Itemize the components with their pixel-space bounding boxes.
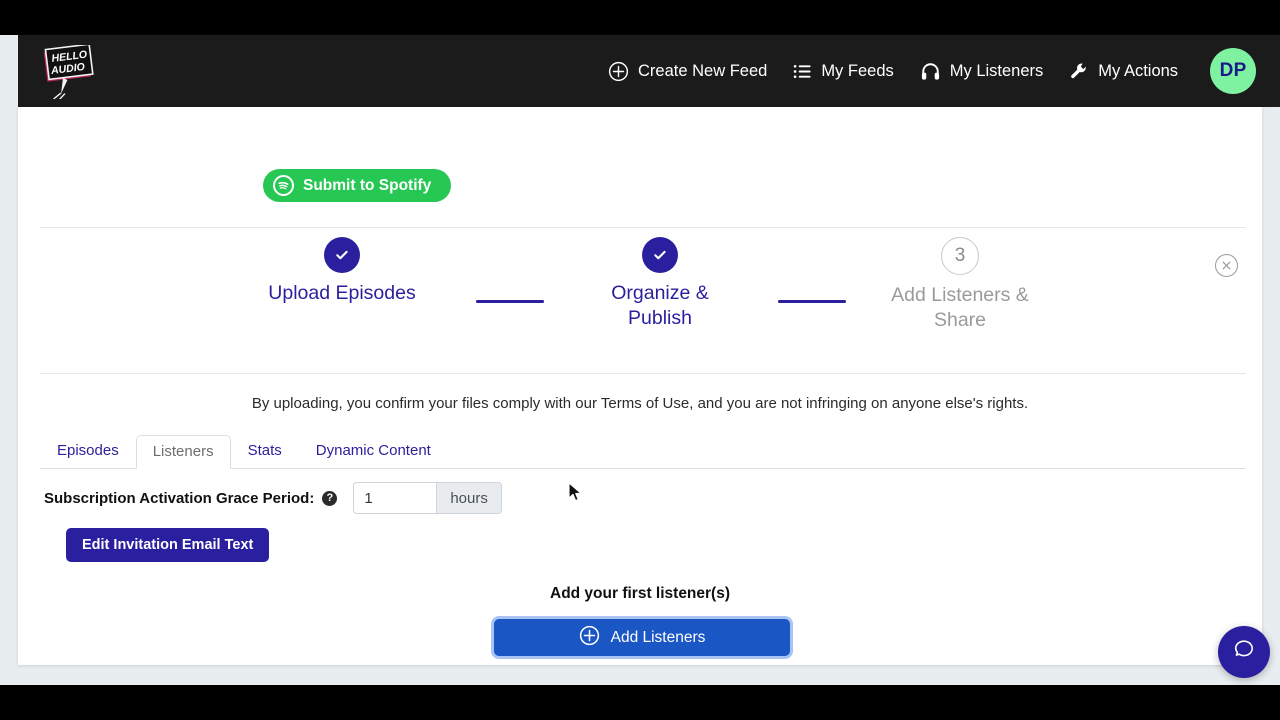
support-chat-button[interactable] [1218,626,1270,678]
edit-invitation-email-label: Edit Invitation Email Text [82,537,254,553]
step-3-number-label: 3 [954,245,966,266]
step-2-label: Organize & Publish [611,282,709,329]
step-upload-episodes[interactable]: Upload Episodes [232,237,452,306]
tab-episodes[interactable]: Episodes [40,434,136,468]
add-listeners-button[interactable]: Add Listeners [494,619,790,656]
divider-top [40,227,1246,228]
grace-period-unit: hours [436,482,502,514]
step-3-number: 3 [941,237,979,275]
progress-stepper: Upload Episodes Organize & Publish 3 Add… [18,237,1262,347]
wrench-icon [1069,61,1089,81]
grace-period-input[interactable] [353,482,437,514]
submit-to-spotify-button[interactable]: Submit to Spotify [263,169,452,202]
nav-my-listeners[interactable]: My Listeners [920,61,1044,82]
tab-episodes-label: Episodes [57,442,119,459]
tab-stats-label: Stats [247,442,282,459]
avatar-initials: DP [1219,60,1247,81]
plus-circle-icon [608,61,629,82]
chat-bubble-icon [1231,637,1257,668]
list-icon [793,62,812,81]
step-1-check-icon [324,237,360,273]
screen: HELLO AUDIO Create New Feed My Feeds My … [0,0,1280,720]
nav-links: Create New Feed My Feeds My Listeners My… [608,35,1280,107]
nav-my-listeners-label: My Listeners [949,61,1044,80]
add-listeners-button-label: Add Listeners [610,628,706,646]
step-connector-1 [476,300,544,303]
avatar[interactable]: DP [1210,48,1257,94]
browser-viewport: HELLO AUDIO Create New Feed My Feeds My … [0,35,1280,685]
tab-dynamic-content-label: Dynamic Content [315,442,431,459]
step-3-label: Add Listeners & Share [891,284,1029,331]
plus-circle-icon [579,625,600,651]
add-listeners-heading: Add your first listener(s) [550,585,730,602]
tab-bar: Episodes Listeners Stats Dynamic Content [40,435,1246,469]
nav-my-feeds-label: My Feeds [821,61,894,80]
step-organize-publish[interactable]: Organize & Publish [550,237,770,331]
help-icon[interactable]: ? [322,490,338,506]
nav-create-new-feed-label: Create New Feed [638,61,768,80]
divider-stepper-bottom [40,373,1246,374]
tab-listeners-label: Listeners [152,443,214,460]
tab-dynamic-content[interactable]: Dynamic Content [299,434,448,468]
grace-period-input-group: hours [353,482,502,514]
close-icon[interactable] [1215,254,1238,277]
nav-my-actions[interactable]: My Actions [1069,61,1178,81]
nav-my-actions-label: My Actions [1098,61,1179,80]
spotify-icon [273,175,294,196]
main-content-card: Submit to Spotify Upload Episodes Organi… [18,107,1262,665]
terms-notice: By uploading, you confirm your files com… [251,395,1029,412]
hello-audio-logo[interactable]: HELLO AUDIO [36,43,100,100]
step-add-listeners-share[interactable]: 3 Add Listeners & Share [850,237,1070,333]
grace-period-row: Subscription Activation Grace Period: ? … [44,482,502,514]
grace-period-label: Subscription Activation Grace Period: [44,489,315,507]
help-icon-glyph: ? [326,492,334,504]
step-2-check-icon [642,237,678,273]
step-connector-2 [778,300,846,303]
tab-listeners[interactable]: Listeners [135,435,231,469]
submit-to-spotify-label: Submit to Spotify [303,176,432,194]
step-1-label: Upload Episodes [268,282,416,304]
edit-invitation-email-button[interactable]: Edit Invitation Email Text [66,528,270,562]
nav-create-new-feed[interactable]: Create New Feed [608,61,767,82]
tab-stats[interactable]: Stats [231,434,299,468]
headphones-icon [920,61,941,82]
nav-my-feeds[interactable]: My Feeds [793,61,894,81]
top-navigation-bar: HELLO AUDIO Create New Feed My Feeds My … [18,35,1280,107]
